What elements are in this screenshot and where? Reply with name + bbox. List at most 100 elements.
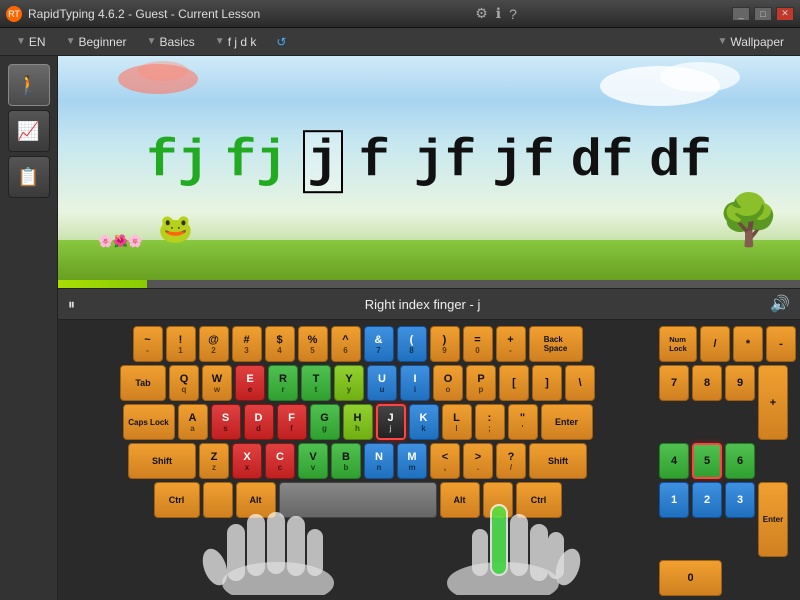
key-o[interactable]: Oo xyxy=(433,365,463,401)
key-lbracket[interactable]: [ xyxy=(499,365,529,401)
chars-menu[interactable]: ▼ f j d k xyxy=(207,33,265,51)
refresh-btn[interactable]: ↺ xyxy=(268,33,294,51)
key-w[interactable]: Ww xyxy=(202,365,232,401)
key-numsub[interactable]: - xyxy=(766,326,796,362)
volume-button[interactable]: 🔊 xyxy=(770,294,790,314)
key-y[interactable]: Yy xyxy=(334,365,364,401)
char-6: jf xyxy=(492,132,554,191)
key-slash[interactable]: ?/ xyxy=(496,443,526,479)
key-tab[interactable]: Tab xyxy=(120,365,166,401)
sidebar-lessons-btn[interactable]: 📋 xyxy=(8,156,50,198)
sidebar-stats-btn[interactable]: 📈 xyxy=(8,110,50,152)
key-numadd[interactable]: + xyxy=(758,365,788,440)
key-num6[interactable]: 6 xyxy=(725,443,755,479)
level-menu[interactable]: ▼ Beginner xyxy=(58,33,135,51)
key-r[interactable]: Rr xyxy=(268,365,298,401)
key-7[interactable]: &7 xyxy=(364,326,394,362)
key-h[interactable]: Hh xyxy=(343,404,373,440)
language-menu[interactable]: ▼ EN xyxy=(8,33,54,51)
window-controls[interactable]: _ □ ✕ xyxy=(732,7,794,21)
key-x[interactable]: Xx xyxy=(232,443,262,479)
key-p[interactable]: Pp xyxy=(466,365,496,401)
settings-icon[interactable]: ⚙ xyxy=(475,5,488,22)
key-3[interactable]: #3 xyxy=(232,326,262,362)
key-backspace[interactable]: BackSpace xyxy=(529,326,583,362)
key-num7[interactable]: 7 xyxy=(659,365,689,401)
title-bar: RT RapidTyping 4.6.2 - Guest - Current L… xyxy=(0,0,800,28)
key-q[interactable]: Qq xyxy=(169,365,199,401)
key-num4[interactable]: 4 xyxy=(659,443,689,479)
key-numlock[interactable]: NumLock xyxy=(659,326,697,362)
key-0[interactable]: =0 xyxy=(463,326,493,362)
key-k[interactable]: Kk xyxy=(409,404,439,440)
char-4: f xyxy=(359,132,390,191)
close-button[interactable]: ✕ xyxy=(776,7,794,21)
key-f[interactable]: Ff xyxy=(277,404,307,440)
lesson-menu[interactable]: ▼ Basics xyxy=(139,33,203,51)
key-5[interactable]: %5 xyxy=(298,326,328,362)
key-minus[interactable]: +- xyxy=(496,326,526,362)
key-e[interactable]: Ee xyxy=(235,365,265,401)
key-lctrl[interactable]: Ctrl xyxy=(154,482,200,518)
key-numenter[interactable]: Enter xyxy=(758,482,788,557)
key-1[interactable]: !1 xyxy=(166,326,196,362)
key-num1[interactable]: 1 xyxy=(659,482,689,518)
key-rwin[interactable] xyxy=(483,482,513,518)
key-quote[interactable]: "' xyxy=(508,404,538,440)
key-n[interactable]: Nn xyxy=(364,443,394,479)
key-semicolon[interactable]: :; xyxy=(475,404,505,440)
wallpaper-menu[interactable]: ▼ Wallpaper xyxy=(710,33,792,51)
maximize-button[interactable]: □ xyxy=(754,7,772,21)
minimize-button[interactable]: _ xyxy=(732,7,750,21)
key-d[interactable]: Dd xyxy=(244,404,274,440)
key-num5[interactable]: 5 xyxy=(692,443,722,479)
key-6[interactable]: ^6 xyxy=(331,326,361,362)
content-area: 🐸 🌳 🌸🌺🌸 fj fj j f jf jf df df ⏸ Right in… xyxy=(58,56,800,600)
pause-button[interactable]: ⏸ xyxy=(68,296,75,313)
key-period[interactable]: >. xyxy=(463,443,493,479)
key-rbracket[interactable]: ] xyxy=(532,365,562,401)
key-comma[interactable]: <, xyxy=(430,443,460,479)
key-c[interactable]: Cc xyxy=(265,443,295,479)
key-enter[interactable]: Enter xyxy=(541,404,593,440)
key-l[interactable]: Ll xyxy=(442,404,472,440)
key-s[interactable]: Ss xyxy=(211,404,241,440)
info-icon[interactable]: ℹ xyxy=(496,5,501,22)
key-backslash[interactable]: \ xyxy=(565,365,595,401)
key-num2[interactable]: 2 xyxy=(692,482,722,518)
key-v[interactable]: Vv xyxy=(298,443,328,479)
key-num3[interactable]: 3 xyxy=(725,482,755,518)
key-4[interactable]: $4 xyxy=(265,326,295,362)
key-lshift[interactable]: Shift xyxy=(128,443,196,479)
key-numdiv[interactable]: / xyxy=(700,326,730,362)
key-num9[interactable]: 9 xyxy=(725,365,755,401)
sidebar-typing-btn[interactable]: 🚶 xyxy=(8,64,50,106)
grass xyxy=(58,240,800,280)
key-rshift[interactable]: Shift xyxy=(529,443,587,479)
key-u[interactable]: Uu xyxy=(367,365,397,401)
key-space[interactable] xyxy=(279,482,437,518)
key-num8[interactable]: 8 xyxy=(692,365,722,401)
help-icon[interactable]: ? xyxy=(509,6,517,22)
lesson-label: Basics xyxy=(159,35,194,49)
key-j[interactable]: Jj xyxy=(376,404,406,440)
key-tilde[interactable]: ~- xyxy=(133,326,163,362)
key-a[interactable]: Aa xyxy=(178,404,208,440)
key-i[interactable]: Ii xyxy=(400,365,430,401)
key-2[interactable]: @2 xyxy=(199,326,229,362)
key-ralt[interactable]: Alt xyxy=(440,482,480,518)
key-rctrl[interactable]: Ctrl xyxy=(516,482,562,518)
key-lalt[interactable]: Alt xyxy=(236,482,276,518)
key-9[interactable]: )9 xyxy=(430,326,460,362)
key-capslock[interactable]: Caps Lock xyxy=(123,404,175,440)
key-m[interactable]: Mm xyxy=(397,443,427,479)
key-nummul[interactable]: * xyxy=(733,326,763,362)
key-b[interactable]: Bb xyxy=(331,443,361,479)
key-num0[interactable]: 0 xyxy=(659,560,722,596)
key-8[interactable]: (8 xyxy=(397,326,427,362)
key-g[interactable]: Gg xyxy=(310,404,340,440)
key-lwin[interactable] xyxy=(203,482,233,518)
key-z[interactable]: Zz xyxy=(199,443,229,479)
key-t[interactable]: Tt xyxy=(301,365,331,401)
level-label: Beginner xyxy=(78,35,126,49)
